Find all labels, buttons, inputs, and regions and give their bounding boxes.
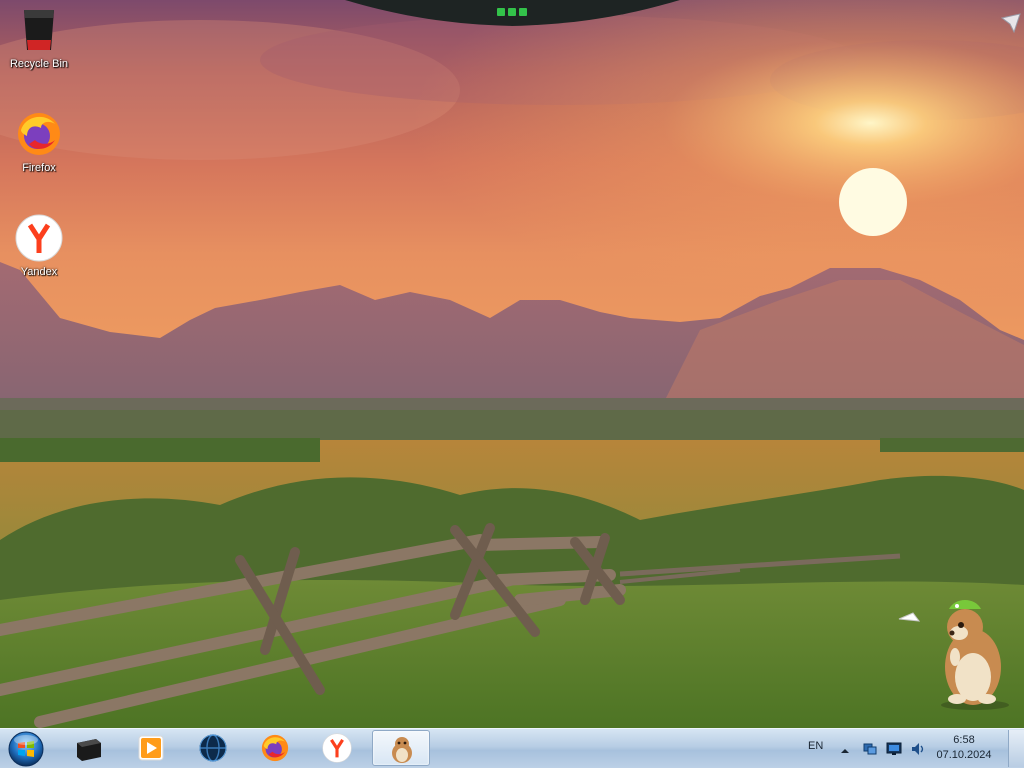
show-hidden-icons-arrow[interactable] bbox=[840, 743, 850, 761]
black-box-app-icon bbox=[77, 739, 101, 761]
desktop-icon-label: Firefox bbox=[22, 162, 56, 174]
show-desktop-button[interactable] bbox=[1008, 730, 1024, 767]
network-icon[interactable] bbox=[862, 741, 878, 762]
taskbar-firefox[interactable] bbox=[248, 730, 302, 766]
desktop-icon-recycle-bin[interactable]: Recycle Bin bbox=[1, 6, 77, 70]
desktop-icon-firefox[interactable]: Firefox bbox=[1, 110, 77, 174]
hamster-mascot[interactable] bbox=[895, 595, 1010, 710]
start-button[interactable] bbox=[4, 730, 48, 767]
yandex-browser-icon bbox=[322, 733, 352, 763]
desktop-wallpaper bbox=[0, 0, 1024, 728]
paper-plane-icon[interactable] bbox=[1000, 12, 1022, 34]
clock[interactable]: 6:58 07.10.2024 bbox=[936, 733, 992, 763]
taskbar-yandex[interactable] bbox=[310, 730, 364, 766]
globe-app-icon bbox=[199, 734, 227, 762]
clock-time: 6:58 bbox=[953, 734, 975, 746]
hamster-app-icon bbox=[392, 737, 412, 763]
taskbar: EN 6:58 07.10.2024 bbox=[0, 728, 1024, 768]
monitor-icon[interactable] bbox=[886, 741, 902, 762]
yandex-browser-icon bbox=[15, 214, 63, 262]
taskbar-hamster-app[interactable] bbox=[372, 730, 430, 766]
language-indicator[interactable]: EN bbox=[808, 740, 823, 779]
taskbar-globe-app[interactable] bbox=[186, 730, 240, 766]
top-dock-gadget[interactable] bbox=[345, 0, 680, 26]
desktop-icon-yandex[interactable]: Yandex bbox=[1, 214, 77, 278]
firefox-icon bbox=[15, 110, 63, 158]
taskbar-media-player[interactable] bbox=[124, 730, 178, 766]
clock-date: 07.10.2024 bbox=[936, 749, 992, 761]
firefox-icon bbox=[261, 734, 289, 762]
desktop-icon-label: Yandex bbox=[20, 266, 58, 278]
media-player-icon bbox=[138, 735, 164, 761]
taskbar-black-box-app[interactable] bbox=[62, 730, 116, 766]
desktop-icon-label: Recycle Bin bbox=[9, 58, 69, 70]
recycle-bin-icon bbox=[15, 6, 63, 54]
volume-icon[interactable] bbox=[910, 741, 926, 762]
